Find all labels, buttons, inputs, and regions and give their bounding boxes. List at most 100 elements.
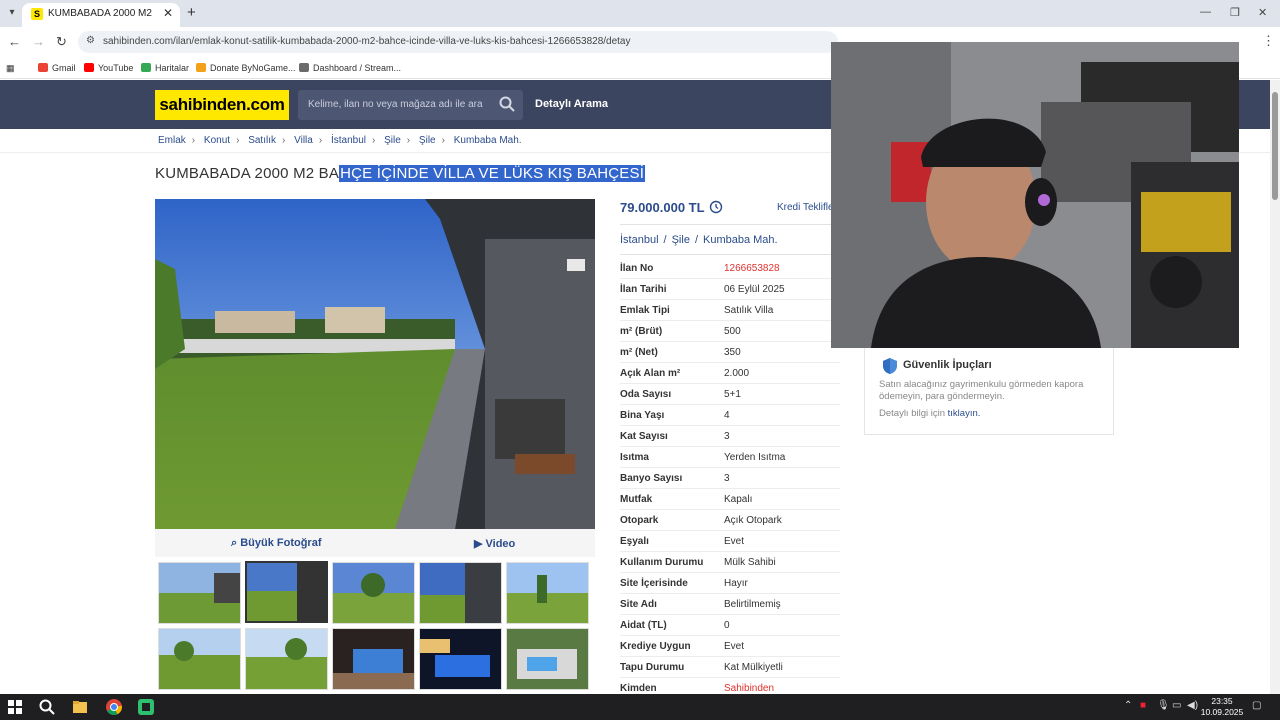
chrome-icon[interactable] [104, 697, 124, 717]
search-placeholder: Kelime, ilan no veya mağaza adı ile ara [308, 99, 483, 110]
property-value: 0 [724, 620, 730, 631]
location-district[interactable]: Şile [672, 234, 690, 246]
thumbnail[interactable] [332, 628, 415, 690]
close-tab-icon[interactable]: ✕ [163, 6, 173, 20]
document-icon [299, 63, 309, 72]
page-scrollbar[interactable] [1270, 80, 1280, 694]
close-window-icon[interactable]: ✕ [1258, 6, 1267, 19]
property-label: İlan No [620, 263, 654, 274]
chevron-right-icon: › [371, 135, 376, 146]
file-explorer-icon[interactable] [70, 697, 90, 717]
property-label: Banyo Sayısı [620, 473, 683, 484]
property-value: 350 [724, 347, 741, 358]
listing-location: İstanbul / Şile / Kumbaba Mah. [620, 234, 778, 246]
maps-icon [141, 63, 151, 72]
app-tray-icon[interactable]: ■ [1140, 700, 1146, 711]
property-row: Eşyalı Evet [620, 531, 840, 552]
advanced-search-link[interactable]: Detaylı Arama [535, 98, 608, 110]
selected-text: HÇE İÇİNDE VİLLA VE LÜKS KIŞ BAHÇESİ [339, 165, 646, 182]
apps-grid-icon[interactable]: ▦ [6, 61, 15, 75]
breadcrumb-item[interactable]: Şile [384, 135, 401, 146]
property-value: Açık Otopark [724, 515, 782, 526]
browser-menu-icon[interactable]: ⋮ [1262, 33, 1275, 49]
breadcrumb-item[interactable]: Kumbaba Mah. [454, 135, 522, 146]
thumbnail[interactable] [158, 628, 241, 690]
villa-garden-photo [155, 199, 595, 529]
property-label: Kimden [620, 683, 657, 694]
chevron-up-icon[interactable]: ⌃ [1124, 700, 1132, 711]
property-value: Kapalı [724, 494, 753, 505]
thumbnail[interactable] [332, 562, 415, 624]
site-search-input[interactable]: Kelime, ilan no veya mağaza adı ile ara [298, 90, 523, 120]
large-photo-button[interactable]: ⌕ Büyük Fotoğraf [231, 537, 322, 550]
new-tab-icon[interactable]: + [187, 4, 196, 21]
thumbnail[interactable] [419, 628, 502, 690]
restore-icon[interactable]: ❐ [1230, 6, 1240, 19]
search-icon[interactable] [37, 697, 57, 717]
volume-icon[interactable]: ◀) [1187, 700, 1198, 711]
credit-offer-link[interactable]: Kredi Teklifle [777, 202, 834, 213]
thumbnail[interactable] [419, 562, 502, 624]
notification-icon[interactable]: ▢ [1252, 700, 1261, 711]
stream-app-icon[interactable] [136, 697, 156, 717]
breadcrumb-item[interactable]: Satılık [248, 135, 276, 146]
breadcrumb-item[interactable]: Şile [419, 135, 436, 146]
property-row: m² (Net) 350 [620, 342, 840, 363]
gmail-icon [38, 63, 48, 72]
location-city[interactable]: İstanbul [620, 234, 659, 246]
property-label: Krediye Uygun [620, 641, 691, 652]
property-row: Isıtma Yerden Isıtma [620, 447, 840, 468]
thumbnail[interactable] [245, 628, 328, 690]
property-row: İlan No 1266653828 [620, 258, 840, 279]
location-neighborhood[interactable]: Kumbaba Mah. [703, 234, 778, 246]
browser-tab[interactable]: S KUMBABADA 2000 M2 BAHÇE ✕ [22, 3, 180, 27]
windows-start-icon[interactable] [5, 697, 25, 717]
network-icon[interactable]: ▭ [1172, 700, 1181, 711]
reload-icon[interactable]: ↻ [56, 34, 67, 50]
safety-tips-panel: Güvenlik İpuçları Satın alacağınız gayri… [864, 348, 1114, 435]
donate-icon [196, 63, 206, 72]
property-value: 500 [724, 326, 741, 337]
site-info-icon[interactable]: ⚙ [86, 35, 95, 46]
price-history-icon[interactable] [709, 200, 723, 214]
video-button[interactable]: ▶ Video [474, 537, 515, 550]
address-bar[interactable]: ⚙ sahibinden.com/ilan/emlak-konut-satili… [78, 31, 838, 53]
search-icon[interactable] [498, 95, 516, 113]
thumbnail[interactable] [506, 628, 589, 690]
property-value: Satılık Villa [724, 305, 774, 316]
bookmark-dashboard[interactable]: Dashboard / Stream... [299, 61, 401, 75]
sahibinden-logo[interactable]: sahibinden.com [155, 90, 289, 120]
breadcrumb-item[interactable]: Konut [204, 135, 230, 146]
microphone-icon[interactable]: 🎙 [1157, 700, 1170, 711]
breadcrumb-item[interactable]: İstanbul [331, 135, 366, 146]
property-value[interactable]: Sahibinden [724, 683, 774, 694]
property-row: Banyo Sayısı 3 [620, 468, 840, 489]
property-label: m² (Net) [620, 347, 658, 358]
back-icon[interactable]: ← [8, 34, 21, 49]
system-clock[interactable]: 23:35 10.09.2025 [1200, 696, 1244, 718]
main-photo[interactable] [155, 199, 595, 529]
property-label: Isıtma [620, 452, 649, 463]
bookmark-haritalar[interactable]: Haritalar [141, 61, 189, 75]
tab-search-icon[interactable]: ▾ [4, 5, 20, 21]
scrollbar-thumb[interactable] [1272, 92, 1278, 200]
property-value: 3 [724, 431, 730, 442]
thumbnail[interactable] [506, 562, 589, 624]
property-label: Mutfak [620, 494, 653, 505]
forward-icon[interactable]: → [32, 34, 45, 49]
property-value: Evet [724, 641, 745, 652]
property-value: Evet [724, 536, 745, 547]
property-row: Mutfak Kapalı [620, 489, 840, 510]
breadcrumb-item[interactable]: Emlak [158, 135, 186, 146]
property-value: Yerden Isıtma [724, 452, 786, 463]
bookmark-youtube[interactable]: YouTube [84, 61, 133, 75]
safety-tips-link[interactable]: tıklayın. [948, 408, 981, 419]
minimize-icon[interactable]: — [1200, 6, 1211, 18]
breadcrumb-item[interactable]: Villa [294, 135, 313, 146]
bookmark-donate[interactable]: Donate ByNoGame... [196, 61, 296, 75]
property-value[interactable]: 1266653828 [724, 263, 780, 274]
thumbnail[interactable] [158, 562, 241, 624]
bookmark-gmail[interactable]: Gmail [38, 61, 76, 75]
property-row: Site Adı Belirtilmemiş [620, 594, 840, 615]
thumbnail[interactable] [245, 561, 328, 623]
